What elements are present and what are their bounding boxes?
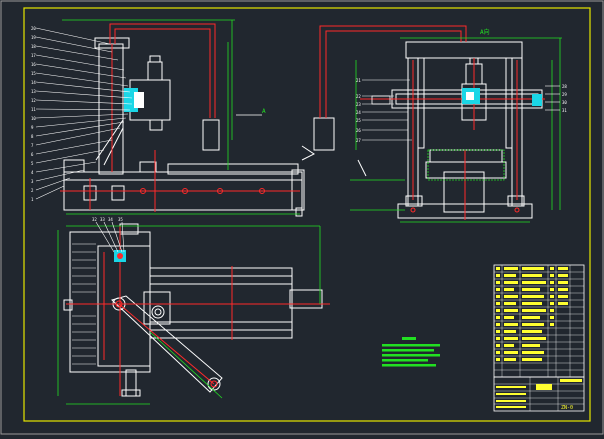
svg-text:20: 20	[31, 26, 36, 31]
technical-notes	[382, 337, 440, 367]
svg-text:24: 24	[356, 110, 361, 115]
svg-text:18: 18	[31, 44, 36, 49]
svg-text:6: 6	[31, 152, 34, 157]
svg-text:29: 29	[562, 92, 567, 97]
svg-text:3: 3	[31, 179, 34, 184]
svg-text:9: 9	[31, 125, 34, 130]
svg-text:17: 17	[31, 53, 36, 58]
part-numbers-front: 20 19 18 17 16 15 14 13 12 11 10 9 8 7 6 5 4 3 2 1	[31, 26, 36, 202]
part-numbers-top: 32 33 34 35	[92, 217, 123, 222]
side-view-centerlines	[319, 25, 545, 220]
svg-text:21: 21	[356, 78, 361, 83]
svg-text:10: 10	[31, 116, 36, 121]
top-view-dimensions	[57, 225, 321, 405]
title-block-code: ZN-0	[561, 405, 573, 411]
title-block: ZN-0	[493, 376, 585, 412]
front-view	[63, 37, 305, 217]
parts-list-table	[493, 264, 585, 378]
svg-text:2: 2	[31, 188, 34, 193]
side-view	[301, 41, 543, 219]
svg-text:28: 28	[562, 84, 567, 89]
svg-text:8: 8	[31, 134, 34, 139]
svg-text:30: 30	[562, 100, 567, 105]
svg-text:12: 12	[31, 98, 36, 103]
front-view-centerlines	[60, 23, 300, 212]
svg-text:5: 5	[31, 161, 34, 166]
view-direction-label: A向	[480, 28, 490, 36]
svg-text:16: 16	[31, 62, 36, 67]
top-view-centerlines	[66, 226, 330, 396]
svg-text:26: 26	[356, 128, 361, 133]
svg-text:23: 23	[356, 102, 361, 107]
svg-text:4: 4	[31, 170, 34, 175]
svg-text:11: 11	[31, 107, 36, 112]
svg-text:19: 19	[31, 35, 36, 40]
svg-text:22: 22	[356, 94, 361, 99]
cad-drawing-canvas: 20 19 18 17 16 15 14 13 12 11 10 9 876 543 21 A	[0, 0, 604, 435]
part-leaders-side	[362, 79, 560, 141]
svg-text:25: 25	[356, 118, 361, 123]
part-leaders-front	[35, 27, 133, 200]
svg-text:33: 33	[100, 217, 105, 222]
svg-text:34: 34	[108, 217, 113, 222]
svg-text:31: 31	[562, 108, 567, 113]
svg-text:15: 15	[31, 71, 36, 76]
top-view	[63, 223, 323, 397]
section-label-a: A	[262, 108, 266, 115]
svg-text:27: 27	[356, 138, 361, 143]
side-view-dim-label: A向	[480, 28, 490, 36]
svg-text:1: 1	[31, 197, 34, 202]
svg-text:32: 32	[92, 217, 97, 222]
svg-text:13: 13	[31, 89, 36, 94]
svg-text:35: 35	[118, 217, 123, 222]
svg-text:14: 14	[31, 80, 36, 85]
section-arrow-a: A	[236, 108, 266, 116]
svg-text:7: 7	[31, 143, 34, 148]
